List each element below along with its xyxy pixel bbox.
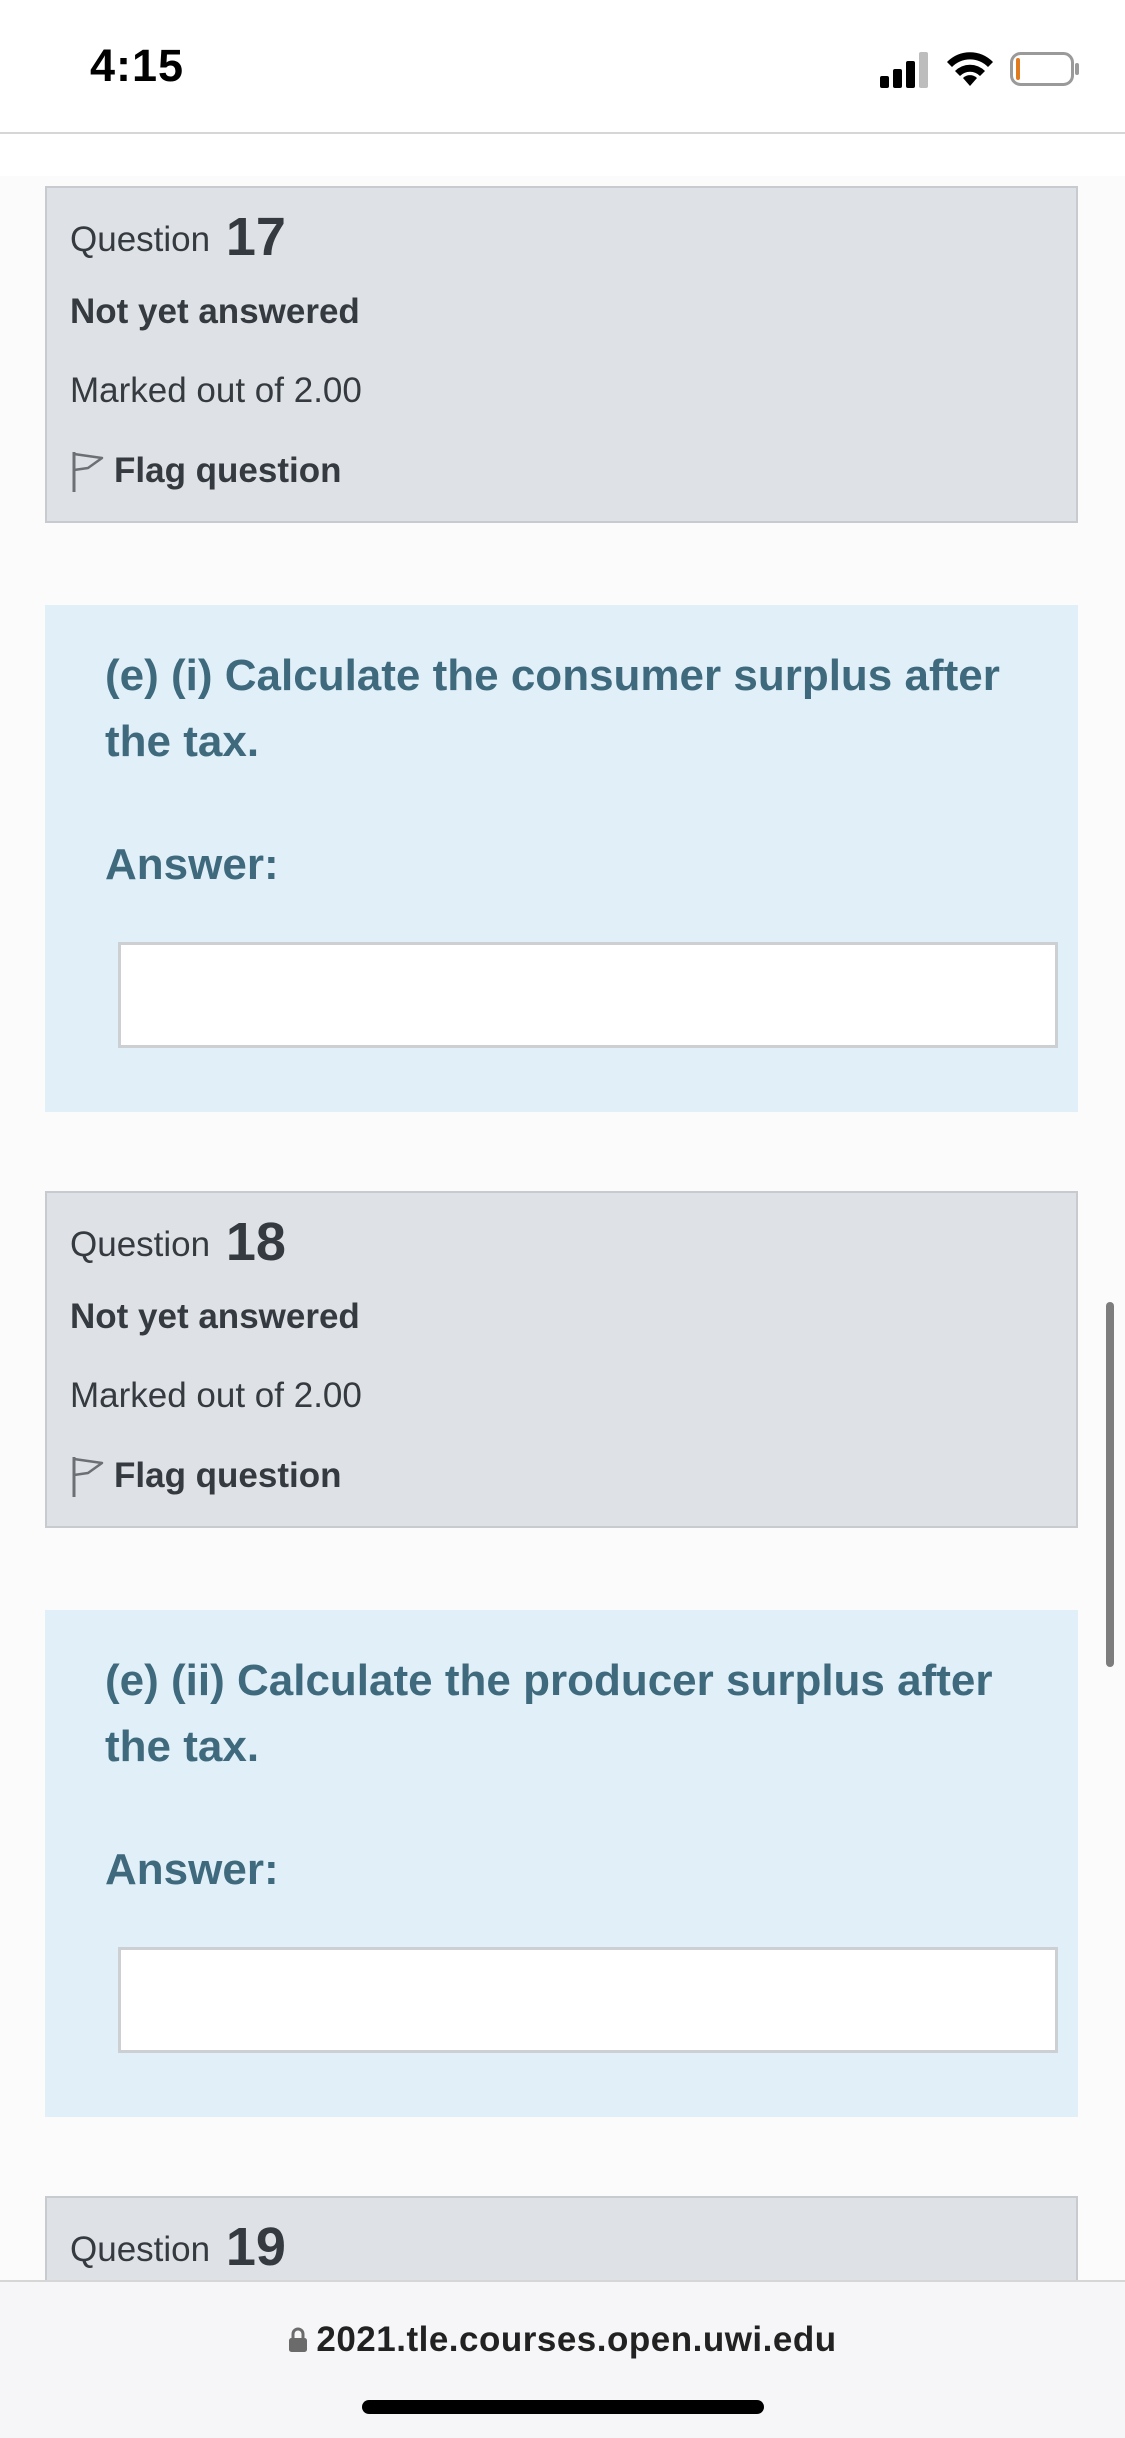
answer-label: Answer:: [105, 1845, 279, 1894]
address-bar[interactable]: 2021.tle.courses.open.uwi.edu: [0, 2320, 1125, 2360]
url-text: 2021.tle.courses.open.uwi.edu: [316, 2320, 837, 2359]
status-time: 4:15: [90, 40, 185, 91]
flag-icon: [72, 452, 104, 492]
question-content-18: (e) (ii) Calculate the producer surplus …: [45, 1610, 1078, 2117]
flag-question-button[interactable]: Flag question: [70, 1455, 342, 1499]
question-number-value: 19: [225, 2217, 286, 2277]
flag-question-label: Flag question: [114, 1456, 342, 1495]
question-number: Question 18: [70, 1211, 286, 1273]
header-strip: [0, 134, 1125, 176]
question-label: Question: [70, 220, 211, 259]
browser-bottom-bar: 2021.tle.courses.open.uwi.edu: [0, 2280, 1125, 2438]
question-number-value: 17: [225, 207, 286, 267]
question-info-17: Question 17 Not yet answered Marked out …: [45, 186, 1078, 523]
battery-icon: [1010, 52, 1079, 86]
flag-question-label: Flag question: [114, 451, 342, 490]
question-info-18: Question 18 Not yet answered Marked out …: [45, 1191, 1078, 1528]
flag-icon: [72, 1457, 104, 1497]
question-grade: Marked out of 2.00: [70, 1376, 362, 1415]
question-number: Question 17: [70, 206, 286, 268]
scrollbar[interactable]: [1106, 1302, 1114, 1667]
answer-label: Answer:: [105, 840, 279, 889]
question-number: Question 19: [70, 2216, 286, 2278]
question-state: Not yet answered: [70, 1297, 360, 1336]
status-bar: 4:15: [0, 0, 1125, 134]
question-number-value: 18: [225, 1212, 286, 1272]
cellular-signal-icon: [880, 52, 928, 88]
question-text: (e) (i) Calculate the consumer surplus a…: [105, 651, 1000, 766]
answer-input[interactable]: [118, 1947, 1058, 2053]
question-label: Question: [70, 1225, 211, 1264]
flag-question-button[interactable]: Flag question: [70, 450, 342, 494]
answer-input[interactable]: [118, 942, 1058, 1048]
question-grade: Marked out of 2.00: [70, 371, 362, 410]
question-state: Not yet answered: [70, 292, 360, 331]
wifi-icon: [947, 52, 993, 86]
question-text: (e) (ii) Calculate the producer surplus …: [105, 1656, 993, 1771]
home-indicator[interactable]: [362, 2400, 764, 2414]
question-content-17: (e) (i) Calculate the consumer surplus a…: [45, 605, 1078, 1112]
question-label: Question: [70, 2230, 211, 2269]
lock-icon: [289, 2327, 308, 2352]
